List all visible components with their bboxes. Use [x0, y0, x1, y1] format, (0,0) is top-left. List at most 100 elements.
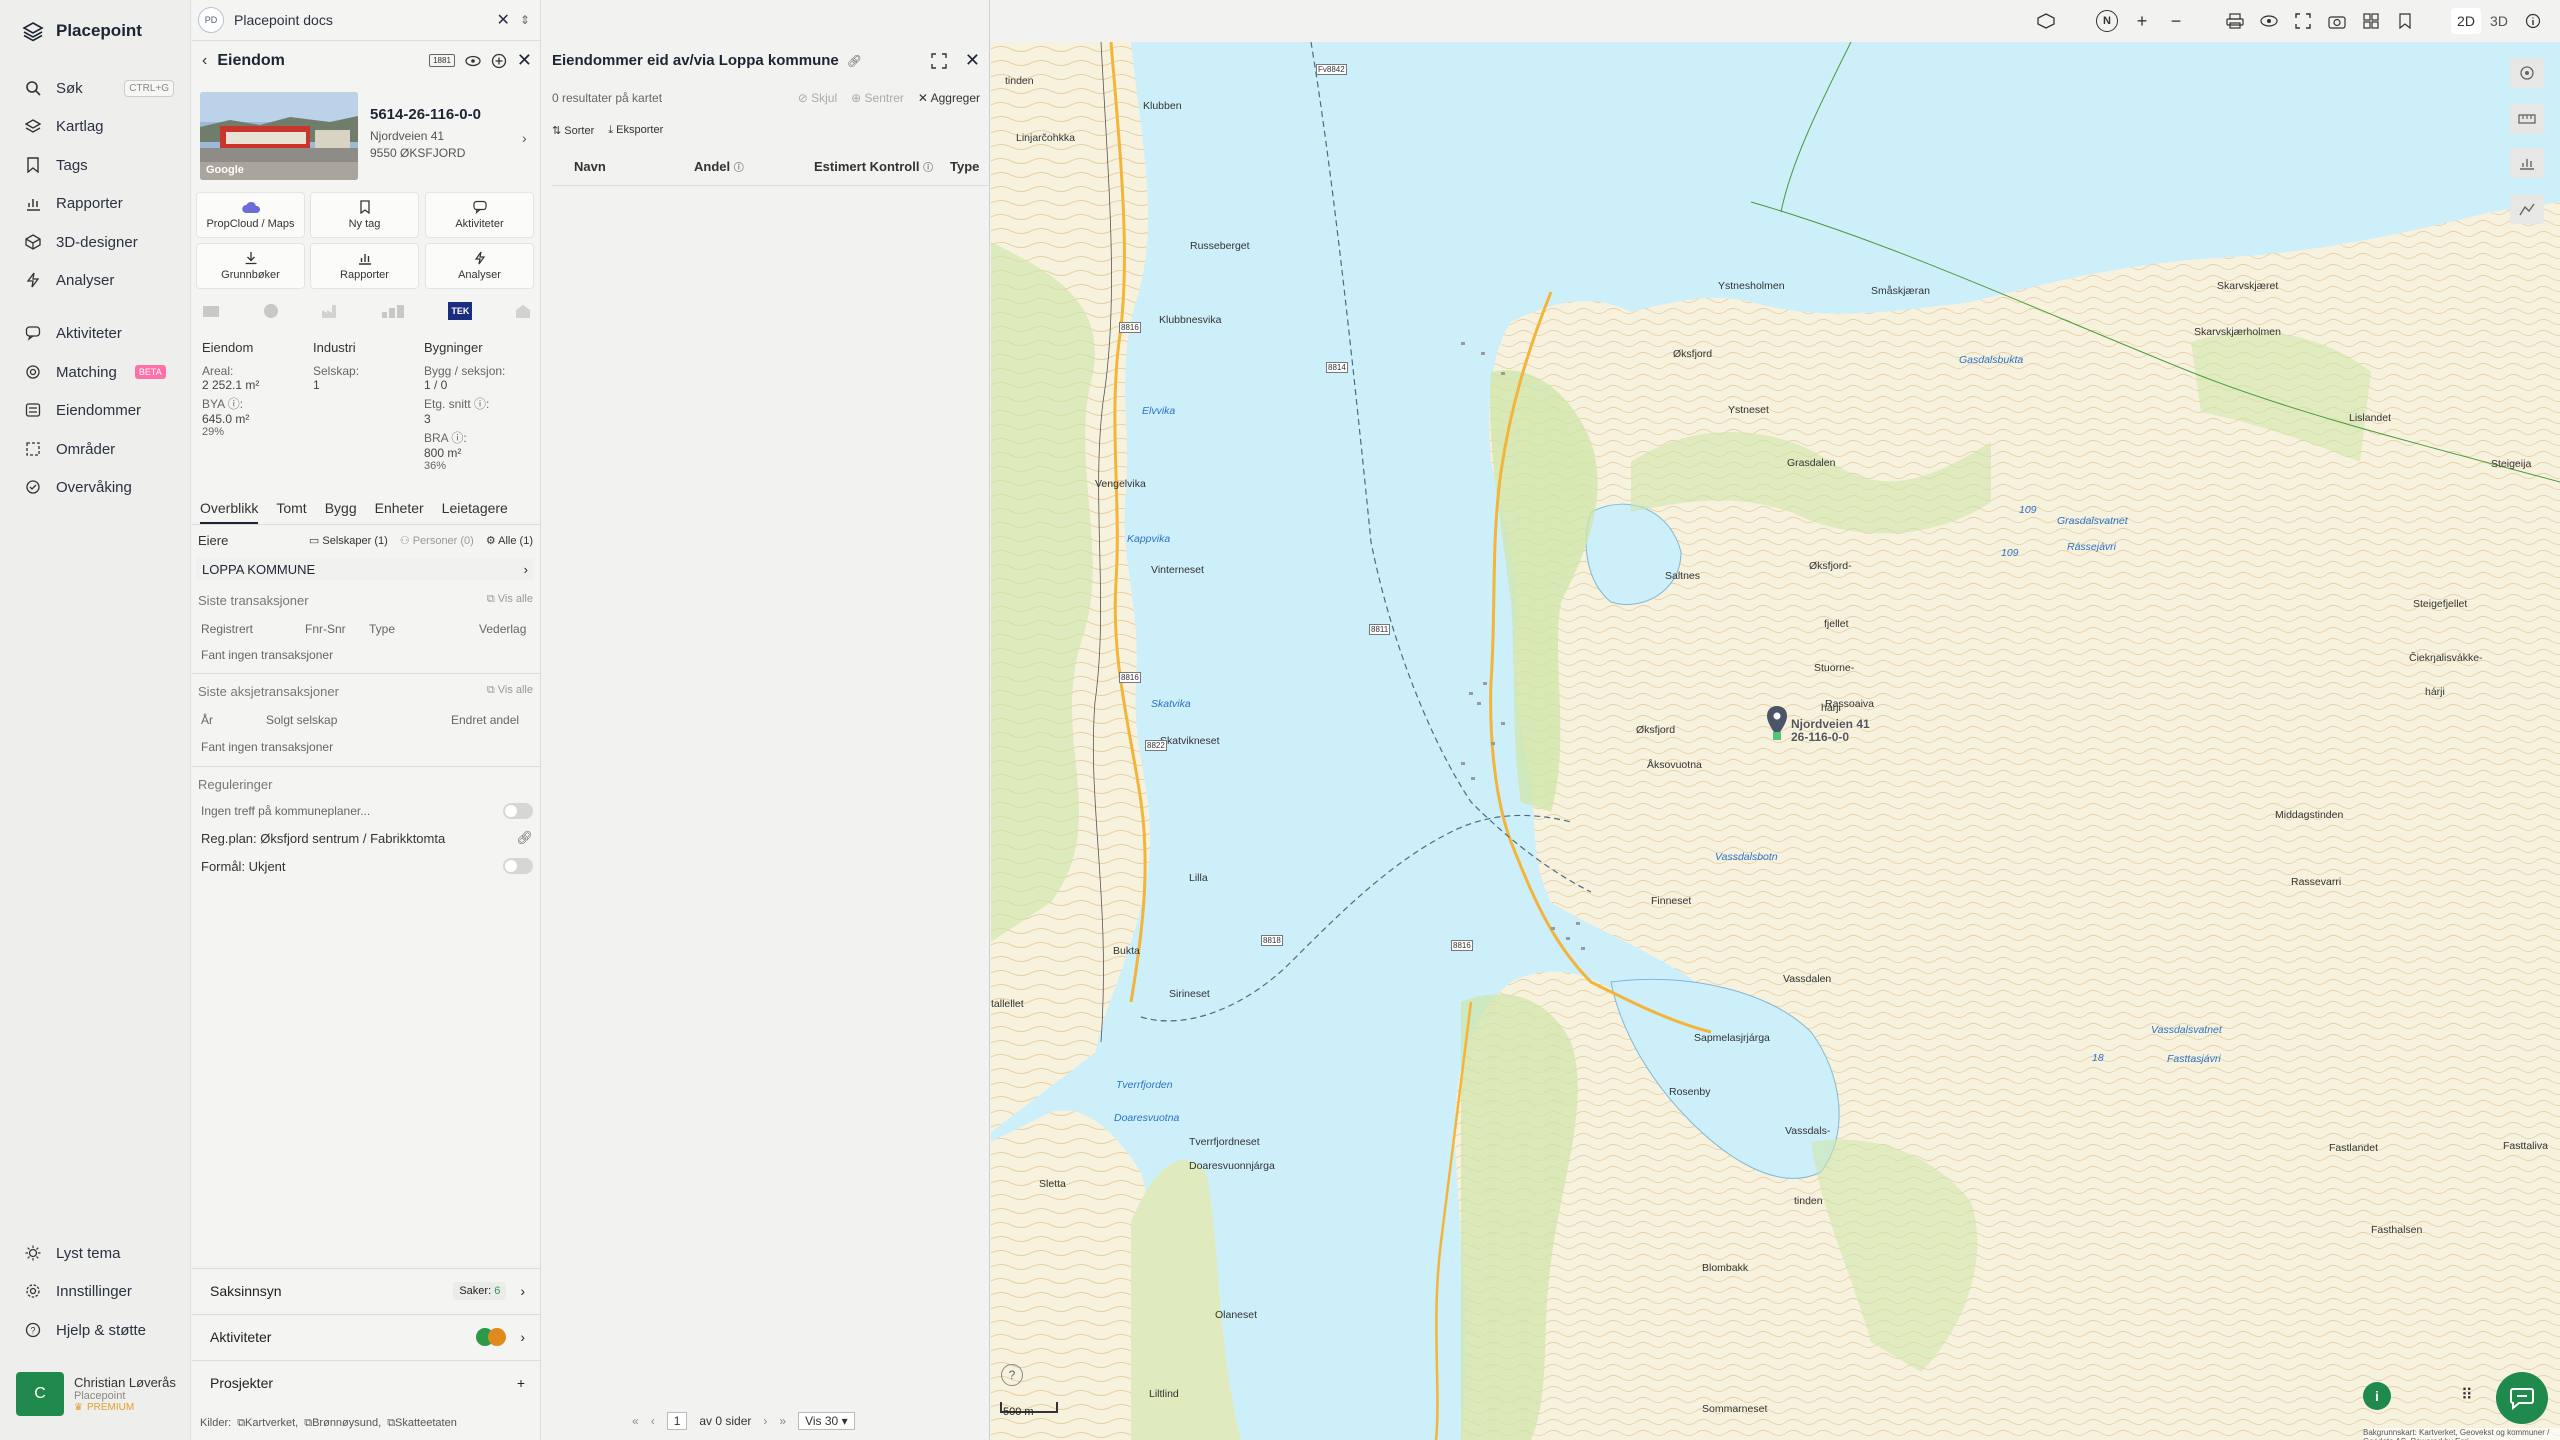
nav-item-3d-designer[interactable]: 3D-designer	[24, 227, 174, 257]
tek-badge[interactable]: TEK	[448, 302, 473, 320]
close-icon[interactable]: ✕	[965, 50, 980, 71]
column-header[interactable]: Registrert	[201, 622, 305, 636]
back-chevron-icon[interactable]: ‹	[202, 52, 207, 70]
nav-item-analyses[interactable]: Analyser	[24, 265, 174, 295]
chevron-right-icon[interactable]: ›	[522, 130, 527, 146]
page-input[interactable]: 1	[666, 1412, 688, 1430]
camera-icon[interactable]	[2324, 8, 2350, 34]
user-profile[interactable]: C Christian Løverås Placepoint ♛ PREMIUM	[16, 1372, 176, 1416]
topographic-map[interactable]: Njordveien 41 26-116-0-0 tinden Linjarčo…	[991, 42, 2560, 1440]
nav-item-areas[interactable]: Områder	[24, 434, 174, 464]
zoom-in-button[interactable]: +	[2129, 8, 2155, 34]
eye-icon[interactable]	[2256, 8, 2282, 34]
measure-tool-button[interactable]	[2510, 104, 2544, 134]
propcloud-maps-button[interactable]: PropCloud / Maps	[196, 192, 305, 238]
link-icon[interactable]: 🔗︎	[847, 54, 862, 68]
filter-persons[interactable]: ⚇ Personer (0)	[400, 534, 474, 547]
nav-item-help[interactable]: ? Hjelp & støtte	[24, 1315, 174, 1345]
regulation-toggle[interactable]	[503, 858, 533, 874]
info-icon[interactable]	[2520, 8, 2546, 34]
column-header[interactable]: Navn	[574, 159, 694, 174]
layers-tool-button[interactable]	[2510, 58, 2544, 88]
globe-icon[interactable]	[262, 302, 280, 320]
marker-label[interactable]: Njordveien 41	[1791, 717, 1870, 731]
filter-all[interactable]: ⚙ Alle (1)	[486, 534, 533, 547]
sort-button[interactable]: ⇅ Sorter	[552, 124, 594, 137]
docs-tab[interactable]: PD Placepoint docs ✕ ⇕	[198, 5, 530, 35]
page-size-select[interactable]: Vis 30 ▾	[798, 1412, 855, 1430]
close-icon[interactable]: ✕	[497, 10, 510, 30]
export-button[interactable]: ⤓ Eksporter	[608, 124, 663, 137]
info-fab-icon[interactable]: i	[2363, 1382, 2391, 1410]
drag-handle-icon[interactable]: ⠿	[2461, 1385, 2473, 1405]
source-link[interactable]: ⧉Brønnøysund,	[304, 1417, 381, 1430]
add-circle-icon[interactable]	[491, 53, 507, 69]
nav-item-map-layers[interactable]: Kartlag	[24, 111, 174, 141]
grid-icon[interactable]	[2358, 8, 2384, 34]
nav-item-activities[interactable]: Aktiviteter	[24, 318, 174, 348]
hide-button[interactable]: ⊘ Skjul	[798, 91, 837, 105]
column-header[interactable]: Type	[950, 159, 979, 174]
tab-building[interactable]: Bygg	[325, 500, 357, 524]
help-icon[interactable]: ?	[1001, 1364, 1023, 1386]
column-header[interactable]: Endret andel	[451, 713, 519, 727]
north-compass-button[interactable]: N	[2094, 8, 2120, 34]
fullscreen-icon[interactable]	[931, 52, 947, 69]
chevron-updown-icon[interactable]: ⇕	[520, 13, 530, 27]
new-tag-button[interactable]: Ny tag	[310, 192, 419, 238]
zoom-out-button[interactable]: −	[2163, 8, 2189, 34]
close-icon[interactable]: ✕	[517, 50, 532, 71]
nav-item-reports[interactable]: Rapporter	[24, 188, 174, 218]
column-header[interactable]: Andel ⓘ	[694, 159, 814, 174]
nav-item-matching[interactable]: Matching BETA	[24, 357, 174, 387]
nav-item-properties[interactable]: Eiendommer	[24, 395, 174, 425]
bookmark-icon[interactable]	[2392, 8, 2418, 34]
house-icon[interactable]	[514, 303, 532, 319]
property-address[interactable]: 5614-26-116-0-0 Njordveien 41 9550 ØKSFJ…	[370, 106, 530, 160]
first-page-icon[interactable]: «	[632, 1414, 639, 1428]
tab-plot[interactable]: Tomt	[276, 500, 306, 524]
owner-row[interactable]: LOPPA KOMMUNE ›	[196, 558, 534, 580]
next-page-icon[interactable]: ›	[763, 1414, 767, 1428]
nav-item-monitoring[interactable]: Overvåking	[24, 472, 174, 502]
prev-page-icon[interactable]: ‹	[651, 1414, 655, 1428]
column-header[interactable]: År	[201, 713, 266, 727]
source-link[interactable]: ⧉Kartverket,	[237, 1417, 298, 1430]
view-2d-button[interactable]: 2D	[2451, 8, 2481, 34]
regulation-toggle[interactable]	[503, 803, 533, 819]
tab-overview[interactable]: Overblikk	[200, 500, 259, 524]
regulation-row[interactable]: Formål: Ukjent	[198, 858, 533, 874]
activities-row[interactable]: Aktiviteter ›	[192, 1314, 541, 1358]
projects-row[interactable]: Prosjekter +	[192, 1360, 541, 1404]
nav-item-search[interactable]: Søk CTRL+G	[24, 73, 174, 103]
activities-button[interactable]: Aktiviteter	[425, 192, 534, 238]
3d-buildings-icon[interactable]	[2033, 8, 2059, 34]
plus-icon[interactable]: +	[517, 1375, 525, 1391]
app-logo[interactable]: Placepoint	[22, 20, 142, 42]
fullscreen-icon[interactable]	[2290, 8, 2316, 34]
column-header[interactable]: Vederlag	[479, 622, 526, 636]
filter-companies[interactable]: ▭ Selskaper (1)	[309, 534, 388, 547]
source-link[interactable]: ⧉Skatteetaten	[387, 1417, 457, 1430]
last-page-icon[interactable]: »	[779, 1414, 786, 1428]
reports-button[interactable]: Rapporter	[310, 243, 419, 289]
land-registry-button[interactable]: Grunnbøker	[196, 243, 305, 289]
column-header[interactable]: Type	[369, 622, 479, 636]
nav-item-settings[interactable]: Innstillinger	[24, 1276, 174, 1306]
analyses-button[interactable]: Analyser	[425, 243, 534, 289]
view-3d-button[interactable]: 3D	[2484, 8, 2514, 34]
aggregate-button[interactable]: ✕ Aggreger	[918, 91, 980, 105]
column-header[interactable]: Fnr-Snr	[305, 622, 369, 636]
saksinnsyn-row[interactable]: Saksinnsyn Saker: 6 ›	[192, 1268, 541, 1312]
building-icon[interactable]	[202, 304, 220, 318]
street-view-photo[interactable]: Google	[200, 92, 358, 180]
regulation-row[interactable]: Ingen treff på kommuneplaner...	[198, 803, 533, 819]
print-icon[interactable]	[2222, 8, 2248, 34]
column-header[interactable]: Estimert Kontroll ⓘ	[814, 159, 950, 174]
chart-tool-button[interactable]	[2510, 148, 2544, 178]
tab-units[interactable]: Enheter	[375, 500, 424, 524]
view-all-link[interactable]: ⧉ Vis alle	[487, 593, 533, 608]
column-header[interactable]: Solgt selskap	[266, 713, 451, 727]
link-icon[interactable]: 🔗︎	[516, 830, 533, 846]
marker-id[interactable]: 26-116-0-0	[1791, 730, 1849, 744]
